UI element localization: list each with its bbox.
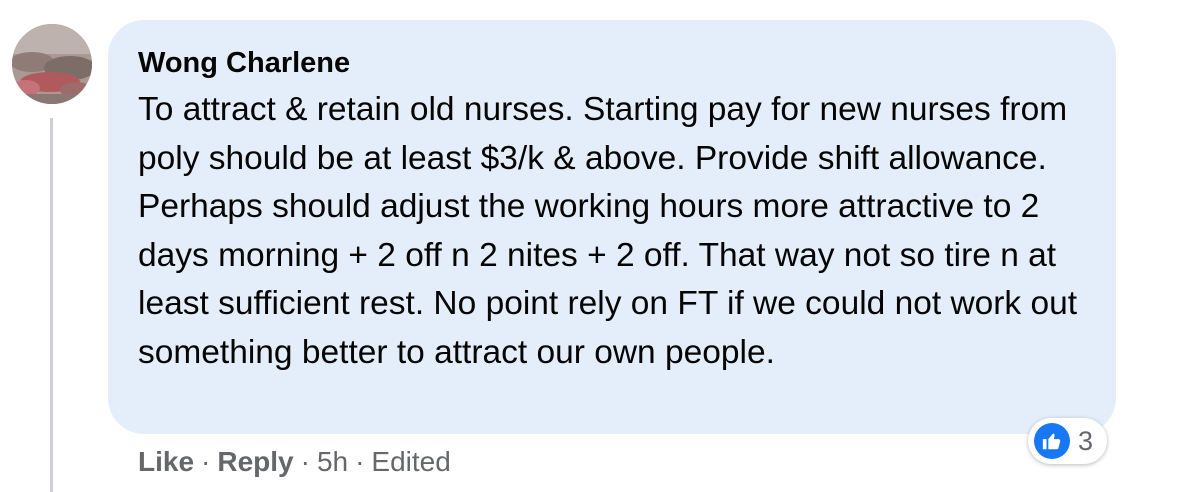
comment: Wong Charlene To attract & retain old nu… [0, 0, 1200, 492]
edited-label[interactable]: Edited [371, 442, 450, 482]
like-button[interactable]: Like [138, 442, 194, 482]
separator: · [201, 446, 211, 477]
reply-button[interactable]: Reply [217, 442, 293, 482]
avatar[interactable] [12, 24, 92, 104]
timestamp[interactable]: 5h [317, 442, 348, 482]
thumbs-up-icon [1034, 423, 1070, 459]
comment-text: To attract & retain old nurses. Starting… [138, 91, 1078, 371]
reaction-count: 3 [1078, 425, 1094, 456]
reactions-summary[interactable]: 3 [1028, 418, 1108, 464]
comment-actions: Like · Reply · 5h · Edited [138, 442, 451, 482]
thread-line [50, 118, 53, 492]
separator: · [300, 446, 310, 477]
avatar-image [12, 24, 92, 104]
comment-author[interactable]: Wong Charlene [138, 44, 350, 82]
separator: · [355, 446, 365, 477]
comment-bubble: Wong Charlene To attract & retain old nu… [108, 20, 1116, 434]
